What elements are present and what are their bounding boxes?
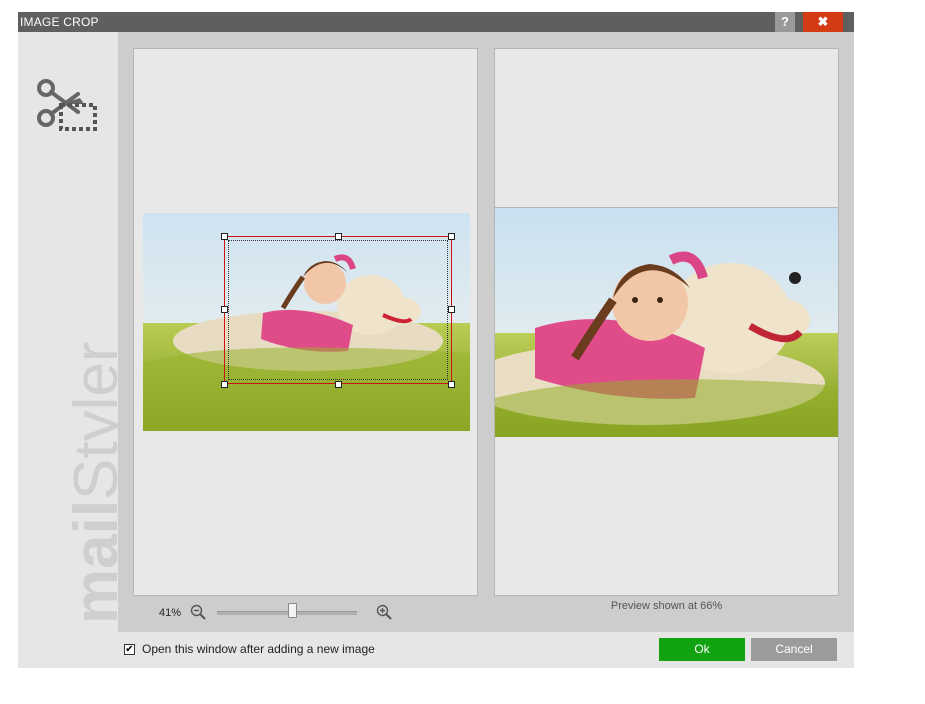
crop-handle-nw[interactable] — [221, 233, 228, 240]
dialog-footer: ✔ Open this window after adding a new im… — [18, 632, 854, 668]
crop-canvas-panel[interactable] — [133, 48, 478, 596]
preview-zoom-label: Preview shown at 66% — [610, 600, 723, 612]
preview-panel — [494, 48, 839, 596]
zoom-out-icon[interactable] — [190, 604, 206, 620]
zoom-slider-handle[interactable] — [288, 603, 297, 618]
crop-handle-w[interactable] — [221, 306, 228, 313]
zoom-slider-track[interactable] — [217, 611, 357, 615]
crop-handle-s[interactable] — [335, 381, 342, 388]
source-image[interactable] — [143, 213, 470, 431]
cancel-button[interactable]: Cancel — [751, 638, 837, 661]
crop-selection[interactable] — [224, 236, 452, 384]
window-title: IMAGE CROP — [20, 15, 99, 29]
title-bar: IMAGE CROP ? ✖ — [18, 12, 854, 32]
zoom-in-icon[interactable] — [376, 604, 392, 620]
open-after-add-label[interactable]: Open this window after adding a new imag… — [142, 642, 375, 656]
crop-handle-sw[interactable] — [221, 381, 228, 388]
crop-handle-e[interactable] — [448, 306, 455, 313]
scissors-crop-icon — [37, 79, 97, 131]
help-button[interactable]: ? — [775, 12, 795, 32]
crop-handle-se[interactable] — [448, 381, 455, 388]
crop-workarea: 41% Preview shown at 66% — [118, 32, 854, 632]
checkmark-icon: ✔ — [125, 644, 134, 655]
close-button[interactable]: ✖ — [803, 12, 843, 32]
preview-photo — [495, 208, 838, 437]
open-after-add-checkbox[interactable]: ✔ — [124, 644, 135, 655]
crop-handle-n[interactable] — [335, 233, 342, 240]
ok-button[interactable]: Ok — [659, 638, 745, 661]
crop-handle-ne[interactable] — [448, 233, 455, 240]
image-crop-dialog: IMAGE CROP ? ✖ mailStyler 41% Preview sh… — [18, 12, 854, 668]
preview-image — [495, 207, 838, 437]
zoom-percent: 41% — [159, 607, 182, 619]
